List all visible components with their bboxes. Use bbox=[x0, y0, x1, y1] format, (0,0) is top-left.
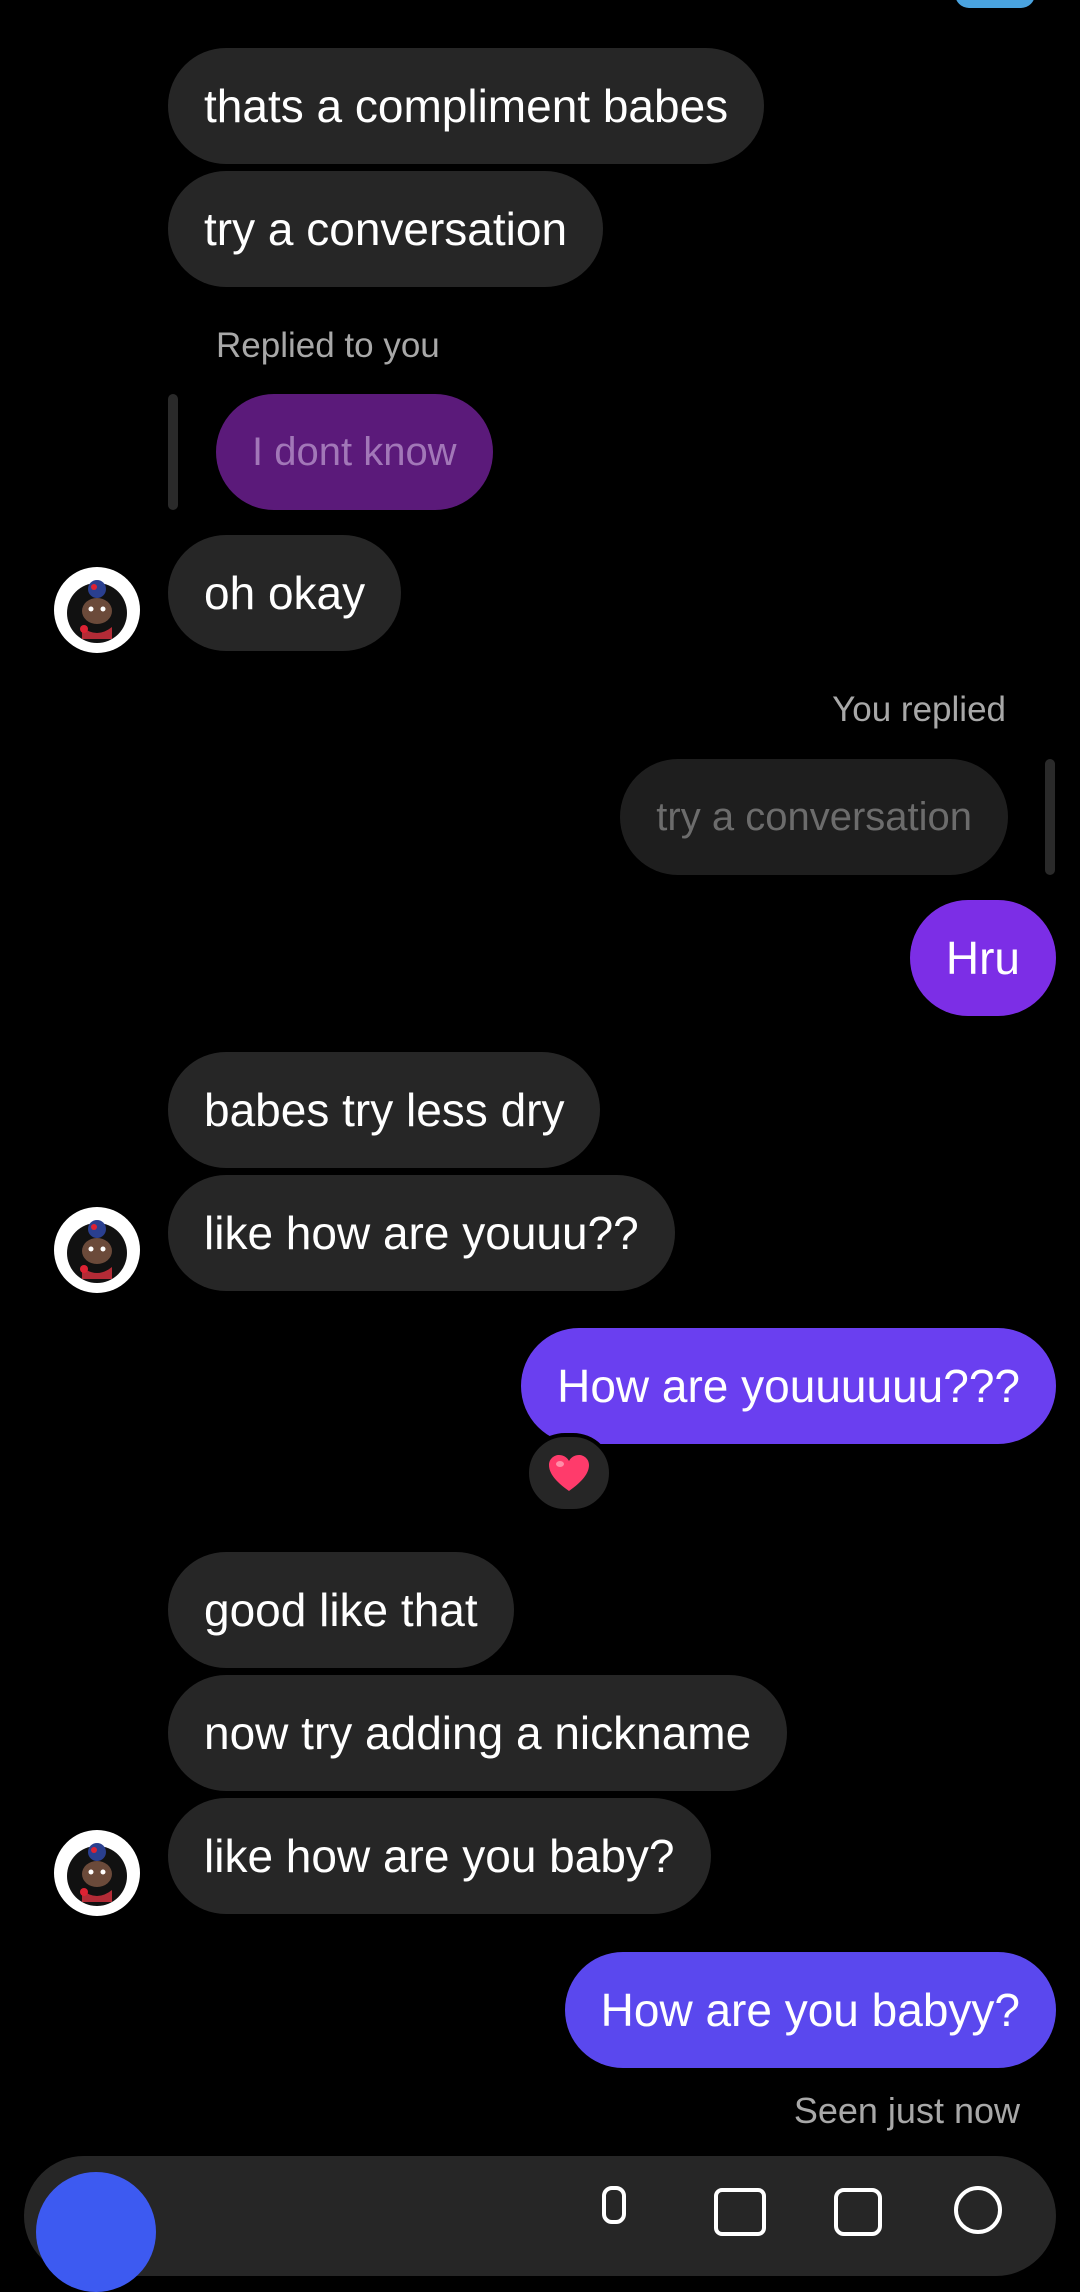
received-message[interactable]: like how are you baby? bbox=[168, 1798, 711, 1914]
message-text: oh okay bbox=[204, 567, 366, 619]
message-text: How are you babyy? bbox=[600, 1984, 1020, 2036]
sticker-icon[interactable] bbox=[834, 2188, 882, 2236]
avatar-image-icon bbox=[56, 1832, 138, 1914]
received-message[interactable]: good like that bbox=[168, 1552, 514, 1668]
received-message[interactable]: like how are youuu?? bbox=[168, 1175, 675, 1291]
quoted-message[interactable]: try a conversation bbox=[620, 759, 1008, 875]
camera-button[interactable] bbox=[36, 2172, 156, 2292]
sticker-partial bbox=[955, 0, 1035, 8]
message-text: now try adding a nickname bbox=[204, 1707, 752, 1759]
message-text: like how are you baby? bbox=[204, 1830, 675, 1882]
message-text: Hru bbox=[945, 932, 1020, 984]
sent-message[interactable]: Hru bbox=[909, 900, 1056, 1016]
message-text: like how are youuu?? bbox=[204, 1207, 639, 1259]
avatar-image-icon bbox=[56, 569, 138, 651]
reply-indicator-bar bbox=[1045, 759, 1055, 875]
message-text: thats a compliment babes bbox=[204, 80, 729, 132]
seen-status: Seen just now bbox=[793, 2090, 1020, 2131]
reaction-badge[interactable] bbox=[525, 1433, 613, 1513]
sent-message[interactable]: How are youuuuuu??? bbox=[521, 1328, 1056, 1444]
reply-indicator-bar bbox=[168, 394, 178, 510]
reply-label: You replied bbox=[832, 690, 1006, 729]
message-text: try a conversation bbox=[204, 203, 568, 255]
sent-message[interactable]: How are you babyy? bbox=[564, 1952, 1056, 2068]
quoted-text: try a conversation bbox=[656, 794, 972, 839]
gallery-icon[interactable] bbox=[714, 2188, 766, 2236]
message-text: babes try less dry bbox=[204, 1084, 565, 1136]
contact-avatar[interactable] bbox=[54, 567, 140, 653]
microphone-icon[interactable] bbox=[602, 2186, 626, 2224]
contact-avatar[interactable] bbox=[54, 1207, 140, 1293]
add-icon[interactable] bbox=[954, 2186, 1002, 2234]
avatar-image-icon bbox=[56, 1209, 138, 1291]
received-message[interactable]: oh okay bbox=[168, 535, 402, 651]
message-text: How are youuuuuu??? bbox=[557, 1360, 1020, 1412]
received-message[interactable]: now try adding a nickname bbox=[168, 1675, 788, 1791]
received-message[interactable]: thats a compliment babes bbox=[168, 48, 765, 164]
reply-label: Replied to you bbox=[216, 326, 440, 365]
message-text: good like that bbox=[204, 1584, 478, 1636]
received-message[interactable]: try a conversation bbox=[168, 171, 604, 287]
received-message[interactable]: babes try less dry bbox=[168, 1052, 601, 1168]
quoted-message[interactable]: I dont know bbox=[216, 394, 493, 510]
heart-icon bbox=[549, 1455, 589, 1491]
message-composer[interactable] bbox=[24, 2156, 1056, 2292]
contact-avatar[interactable] bbox=[54, 1830, 140, 1916]
quoted-text: I dont know bbox=[252, 429, 457, 474]
